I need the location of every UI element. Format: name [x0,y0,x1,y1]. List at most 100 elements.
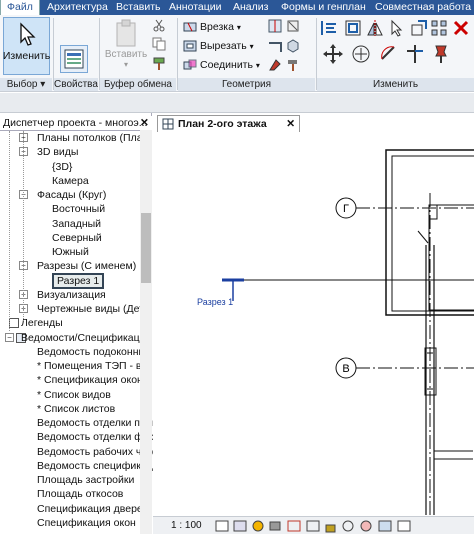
cut-geometry-button[interactable]: Врезка ▾ [183,20,241,34]
tree-item[interactable]: Спецификация окон [37,516,136,530]
tree-item[interactable]: Камера [52,174,89,188]
tab-floor-plan-2[interactable]: План 2-ого этажа ✕ [157,115,300,132]
section-label[interactable]: Разрез 1 [197,297,233,307]
cube-icon [287,39,299,53]
tree-item[interactable]: Разрезы (С именем) [37,259,136,273]
sun-path-icon[interactable] [252,520,264,531]
unpin-button[interactable] [430,43,452,65]
tree-item[interactable]: Ведомость рабочих чер [37,445,153,459]
tree-item[interactable]: Ведомости/Спецификаци [21,331,146,345]
tab-collaborate[interactable]: Совместная работа [375,0,471,15]
modify-button[interactable]: Изменить [3,17,50,75]
close-icon[interactable]: ✕ [140,116,149,130]
tree-item[interactable]: Планы потолков (План [37,131,148,145]
tree-item[interactable]: * Спецификация окон д [37,373,152,387]
tree-item[interactable]: Спецификация дверей [37,502,149,516]
floor-plan-icon [162,118,174,130]
break-line [417,230,429,244]
copy-element-button[interactable] [350,43,372,65]
close-icon[interactable]: ✕ [286,118,295,130]
cutout-button[interactable]: Вырезать ▾ [183,39,254,53]
tree-item[interactable]: Ведомость спецификац [37,459,153,473]
view-control-icons [215,520,411,532]
tree-item[interactable]: Чертежные виды (Дета [37,302,150,316]
tree-item[interactable]: Площадь откосов [37,487,123,501]
grid-label-g: Г [343,203,349,215]
cut-clip-button[interactable] [152,18,166,32]
paint-icon [269,59,281,71]
clipboard-icon [116,19,136,47]
paste-label: Вставить [104,49,148,60]
tree-item[interactable]: * Список листов [37,402,115,416]
detail-level-icon[interactable] [215,520,229,531]
tree-item[interactable]: * Список видов [37,388,111,402]
offset-button[interactable] [344,19,362,37]
drawing-canvas[interactable]: Г В Разрез 1 [153,133,474,515]
split-button[interactable] [388,19,406,37]
visual-style-icon[interactable] [233,520,247,531]
scale-label[interactable]: 1 : 100 [171,520,202,531]
tab-analyze[interactable]: Анализ [233,0,268,15]
tab-insert[interactable]: Вставить [116,0,161,15]
tab-annotate[interactable]: Аннотации [169,0,222,15]
tab-architecture[interactable]: Архитектура [47,0,108,15]
tab-file[interactable]: Файл [0,0,40,15]
highlight-displacement-icon[interactable] [397,520,411,531]
paste-button[interactable]: Вставить ▾ [104,19,148,73]
tree-item[interactable]: * Помещения ТЭП - все [37,359,152,373]
tree-item[interactable]: {3D} [52,160,72,174]
match-properties-button[interactable] [152,57,166,71]
tree-scrollbar-thumb[interactable] [141,213,151,283]
tree-item[interactable]: Ведомость подоконни [37,345,144,359]
geometry-tool-5[interactable] [286,39,300,53]
join-button[interactable]: Соединить ▾ [183,58,260,72]
tree-item[interactable]: Визуализация [37,288,106,302]
collapse-icon[interactable]: − [5,333,14,342]
delete-button[interactable] [452,19,470,37]
reveal-hidden-icon[interactable] [360,520,372,531]
offset-icon [345,20,361,36]
shadows-icon[interactable] [269,521,281,530]
tree-item[interactable]: Западный [52,217,101,231]
tree-item[interactable]: Ведомость отделки пом [37,416,153,430]
tree-item[interactable]: Легенды [21,316,63,330]
geometry-tool-1[interactable] [268,19,282,33]
chevron-down-icon: ▾ [123,60,128,69]
crop-view-icon[interactable] [287,520,301,531]
cutout-icon [183,40,197,52]
rotate-button[interactable] [378,43,400,65]
tree-item[interactable]: Ведомость отделки фас [37,430,154,444]
scale-button[interactable] [410,19,428,37]
tree-item-selected[interactable]: Разрез 1 [52,273,105,289]
rotate-icon [381,46,395,60]
menu-bar: Файл Архитектура Вставить Аннотации Анал… [0,0,474,15]
tree-scrollbar[interactable] [140,130,152,534]
tree-item[interactable]: Восточный [52,202,105,216]
copy-button[interactable] [152,37,166,51]
geometry-tool-4[interactable] [286,19,300,33]
crop-region-icon[interactable] [306,520,320,531]
wall-outline [428,204,474,311]
array-button[interactable] [430,19,448,37]
tab-massing-site[interactable]: Формы и генплан [281,0,366,15]
cursor-arrow-icon [391,19,403,37]
tree-item[interactable]: Площадь застройки [37,473,134,487]
align-button[interactable] [320,19,338,37]
copy-element-icon [352,45,370,63]
tree-item[interactable]: Южный [52,245,89,259]
tree-item[interactable]: Северный [52,231,102,245]
tree-item[interactable]: Фасады (Круг) [37,188,106,202]
geometry-tool-6[interactable] [286,58,300,72]
properties-button[interactable] [60,45,88,73]
move-button[interactable] [322,43,344,65]
trim-button[interactable] [404,43,426,65]
geometry-tool-3[interactable] [268,58,282,72]
temporary-hide-icon[interactable] [342,520,354,531]
mirror-button[interactable] [366,19,384,37]
analytical-model-icon[interactable] [378,520,392,531]
geometry-tool-2[interactable] [268,39,282,53]
tree-guide-line [9,131,10,331]
lock-icon[interactable] [325,524,336,532]
panel-label-select[interactable]: Выбор ▾ [0,78,52,91]
tree-item[interactable]: 3D виды [37,145,78,159]
